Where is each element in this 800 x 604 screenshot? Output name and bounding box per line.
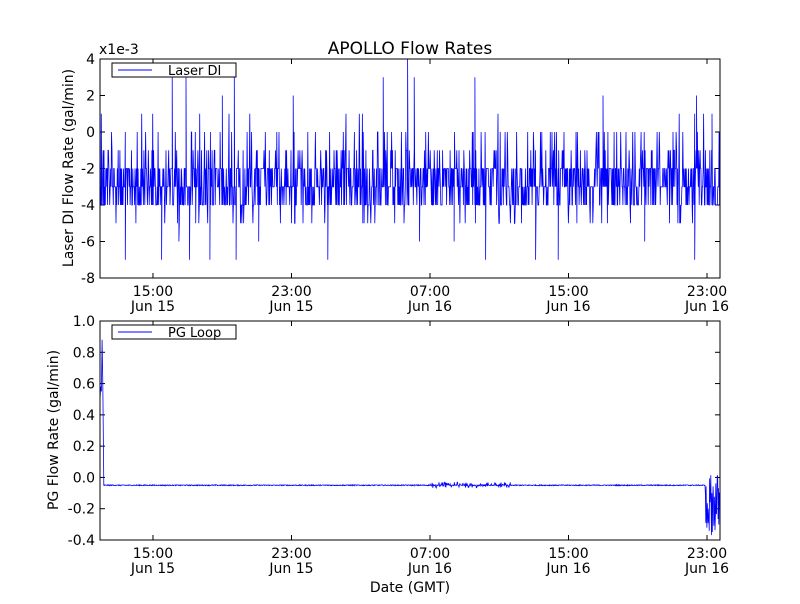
y-tick-label: -2 bbox=[81, 162, 95, 178]
y-tick-label: 2 bbox=[86, 89, 95, 105]
top-y-axis-label: Laser DI Flow Rate (gal/min) bbox=[61, 69, 77, 267]
axes-frame bbox=[99, 320, 721, 541]
legend-label: Laser DI bbox=[168, 64, 221, 79]
bottom-y-axis-label: PG Flow Rate (gal/min) bbox=[46, 350, 62, 510]
x-tick-label-date: Jun 16 bbox=[684, 561, 729, 577]
y-tick-label: -4 bbox=[81, 198, 95, 214]
legend-label: PG Loop bbox=[168, 326, 221, 341]
y-tick-label: -0.4 bbox=[68, 533, 95, 549]
x-tick-label-date: Jun 16 bbox=[545, 299, 590, 315]
x-tick-label-time: 15:00 bbox=[133, 284, 173, 300]
y-tick-label: 0.0 bbox=[73, 470, 95, 486]
flow-rates-figure: APOLLO Flow Rates x1e-3 Laser DI Flow Ra… bbox=[46, 39, 730, 596]
y-tick-label: -0.2 bbox=[68, 502, 95, 518]
x-tick-label-date: Jun 15 bbox=[130, 561, 175, 577]
y-tick-label: -8 bbox=[81, 271, 95, 287]
y-tick-label: 0 bbox=[86, 125, 95, 141]
x-tick-label-date: Jun 15 bbox=[130, 299, 175, 315]
series-line-pg-loop bbox=[99, 339, 721, 536]
x-tick-label-time: 07:00 bbox=[410, 284, 450, 300]
x-tick-label-date: Jun 15 bbox=[268, 299, 313, 315]
x-tick-label-time: 23:00 bbox=[687, 546, 727, 562]
chart-title: APOLLO Flow Rates bbox=[328, 39, 493, 59]
x-tick-label-time: 15:00 bbox=[133, 546, 173, 562]
x-tick-label-date: Jun 15 bbox=[268, 561, 313, 577]
y-scale-label: x1e-3 bbox=[99, 42, 139, 58]
y-tick-label: 0.4 bbox=[73, 408, 95, 424]
x-tick-label-time: 23:00 bbox=[271, 284, 311, 300]
pg-loop-plot: -0.4-0.20.00.20.40.60.81.015:00Jun 1523:… bbox=[68, 314, 730, 577]
x-tick-label-date: Jun 16 bbox=[684, 299, 729, 315]
x-tick-label-time: 07:00 bbox=[410, 546, 450, 562]
x-tick-label-date: Jun 16 bbox=[407, 561, 452, 577]
y-tick-label: 0.8 bbox=[73, 345, 95, 361]
series-line-laser-di bbox=[99, 58, 720, 260]
x-tick-label-time: 15:00 bbox=[548, 284, 588, 300]
x-tick-label-time: 23:00 bbox=[687, 284, 727, 300]
x-tick-label-date: Jun 16 bbox=[545, 561, 590, 577]
y-tick-label: 4 bbox=[86, 52, 95, 68]
x-tick-label-time: 15:00 bbox=[548, 546, 588, 562]
y-tick-label: 0.2 bbox=[73, 439, 95, 455]
y-tick-label: 0.6 bbox=[73, 377, 95, 393]
x-tick-label-date: Jun 16 bbox=[407, 299, 452, 315]
laser-di-plot: -8-6-4-202415:00Jun 1523:00Jun 1507:00Ju… bbox=[81, 52, 729, 315]
y-tick-label: -6 bbox=[81, 235, 95, 251]
y-tick-label: 1.0 bbox=[73, 314, 95, 330]
x-axis-label: Date (GMT) bbox=[370, 580, 450, 596]
x-tick-label-time: 23:00 bbox=[271, 546, 311, 562]
